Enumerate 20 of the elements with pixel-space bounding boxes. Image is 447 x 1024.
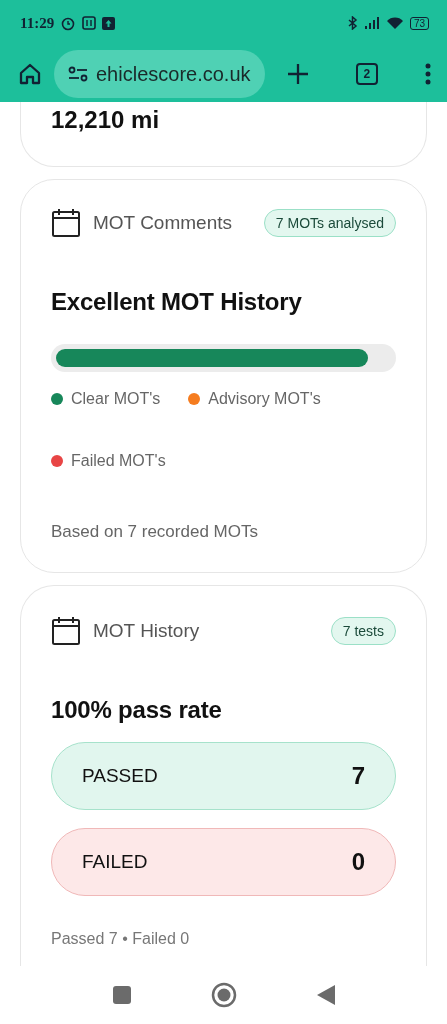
legend-label: Failed MOT's <box>71 452 166 470</box>
tab-count[interactable]: 2 <box>355 63 378 85</box>
card-heading: 100% pass rate <box>51 696 223 724</box>
footnote: Based on 7 recorded MOTs <box>51 522 259 542</box>
count-badge: 7 MOTs analysed <box>263 209 396 237</box>
card-title: MOT Comments <box>93 212 232 234</box>
row-count: 0 <box>351 848 365 876</box>
battery-icon: 73 <box>409 16 429 30</box>
row-label: PASSED <box>82 765 158 787</box>
address-bar[interactable]: ehiclescore.co.uk <box>54 50 265 98</box>
row-label: FAILED <box>82 851 148 873</box>
count-badge: 7 tests <box>330 617 396 645</box>
row-count: 7 <box>351 762 365 790</box>
legend-label: Advisory MOT's <box>208 390 321 408</box>
summary-text: Passed 7 • Failed 0 <box>51 930 191 948</box>
legend-label: Clear MOT's <box>71 390 161 408</box>
card-title: MOT History <box>93 620 200 642</box>
card-heading: Excellent MOT History <box>51 288 303 316</box>
clock: 11:29 <box>20 14 55 32</box>
mileage-value: 12,210 mi <box>51 106 160 133</box>
